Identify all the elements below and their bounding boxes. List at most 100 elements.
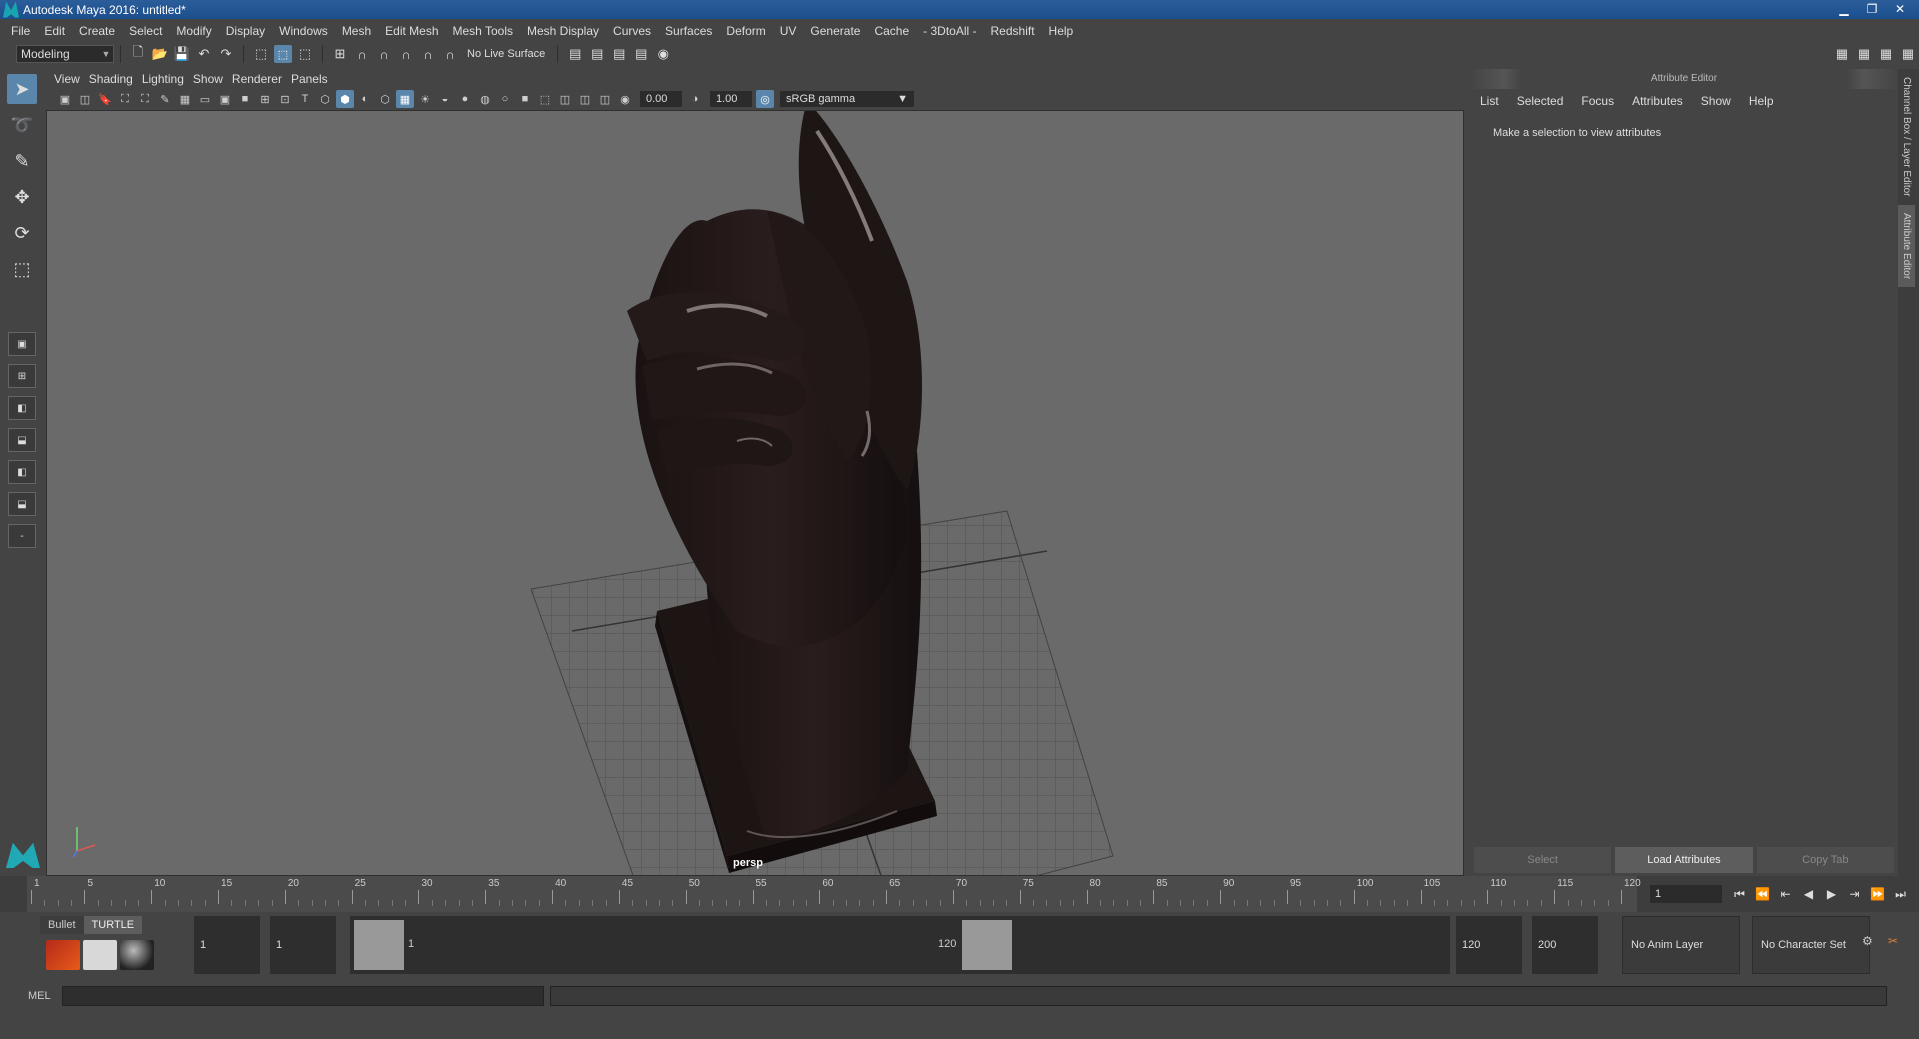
rotate-tool-icon[interactable]: ⟳ — [7, 218, 37, 248]
select-tool-icon[interactable]: ➤ — [7, 74, 37, 104]
playback-range-bar[interactable]: 1 120 — [350, 916, 1450, 974]
resolution-gate-icon[interactable]: ▣ — [216, 90, 234, 108]
menu-redshift[interactable]: Redshift — [984, 24, 1042, 38]
menu-edit-mesh[interactable]: Edit Mesh — [378, 24, 445, 38]
snap-point-icon[interactable]: ∩ — [375, 45, 393, 63]
single-view-layout-icon[interactable]: ▣ — [8, 332, 36, 356]
isolate-select-icon[interactable]: ⬚ — [536, 90, 554, 108]
scale-tool-icon[interactable]: ⬚ — [7, 254, 37, 284]
channel-box-toggle-icon[interactable]: ▦ — [1855, 45, 1873, 63]
select-hierarchy-icon[interactable]: ⬚ — [252, 45, 270, 63]
menu-cache[interactable]: Cache — [867, 24, 916, 38]
panel-menu-renderer[interactable]: Renderer — [232, 72, 291, 86]
auto-key-icon[interactable]: ⚙ — [1862, 934, 1873, 948]
exposure-icon[interactable]: ◉ — [616, 90, 634, 108]
two-d-pan-zoom-icon[interactable]: ⛶ — [136, 90, 154, 108]
tab-attribute-editor[interactable]: Attribute Editor — [1898, 204, 1915, 287]
panel-menu-lighting[interactable]: Lighting — [142, 72, 193, 86]
modeling-toolkit-icon[interactable]: ▦ — [1833, 45, 1851, 63]
minimize-button[interactable]: ▁ — [1831, 0, 1857, 17]
bookmark-icon[interactable]: 🔖 — [96, 90, 114, 108]
gate-mask-icon[interactable]: ■ — [236, 90, 254, 108]
menu-mesh-tools[interactable]: Mesh Tools — [446, 24, 520, 38]
outliner-toggle-icon[interactable]: ▦ — [1877, 45, 1895, 63]
collapse-toolbox-icon[interactable]: - — [8, 524, 36, 548]
persp-graph-hypershade-layout-icon[interactable]: ⬓ — [8, 492, 36, 516]
use-all-lights-icon[interactable]: ☀ — [416, 90, 434, 108]
persp-outliner-layout-icon[interactable]: ◧ — [8, 396, 36, 420]
tab-channel-box[interactable]: Channel Box / Layer Editor — [1898, 69, 1915, 205]
wireframe-icon[interactable]: ⬡ — [316, 90, 334, 108]
menu-mesh[interactable]: Mesh — [335, 24, 378, 38]
ipr-render-icon[interactable]: ▤ — [632, 45, 650, 63]
range-start-handle[interactable] — [354, 920, 404, 970]
character-set-select[interactable]: No Character Set — [1752, 916, 1870, 974]
menu-help[interactable]: Help — [1042, 24, 1081, 38]
render-view-icon[interactable]: ▤ — [588, 45, 606, 63]
shadows-icon[interactable]: ◒ — [436, 90, 454, 108]
go-to-end-icon[interactable]: ⏭ — [1891, 885, 1910, 903]
menu-surfaces[interactable]: Surfaces — [658, 24, 719, 38]
render-settings-icon[interactable]: ▤ — [566, 45, 584, 63]
hypershade-icon[interactable]: ◉ — [654, 45, 672, 63]
playback-end-field[interactable]: 120 — [1456, 916, 1522, 974]
close-button[interactable]: ✕ — [1887, 0, 1913, 17]
step-forward-icon[interactable]: ⏩ — [1868, 885, 1887, 903]
menu-3dtoall[interactable]: - 3DtoAll - — [916, 24, 983, 38]
lasso-tool-icon[interactable]: ➰ — [7, 110, 37, 140]
textured-icon[interactable]: ▦ — [396, 90, 414, 108]
multisample-aa-icon[interactable]: ○ — [496, 90, 514, 108]
outliner-graph-layout-icon[interactable]: ◧ — [8, 460, 36, 484]
go-to-start-icon[interactable]: ⏮ — [1730, 885, 1749, 903]
gamma-icon[interactable]: ◑ — [686, 90, 704, 108]
save-scene-icon[interactable]: 💾 — [173, 45, 191, 63]
move-tool-icon[interactable]: ✥ — [7, 182, 37, 212]
grid-toggle-icon[interactable]: ▦ — [176, 90, 194, 108]
xray-components-icon[interactable]: ◫ — [596, 90, 614, 108]
range-end-handle[interactable] — [962, 920, 1012, 970]
ae-select-button[interactable]: Select — [1474, 847, 1612, 873]
ae-menu-help[interactable]: Help — [1749, 94, 1792, 108]
animation-end-field[interactable]: 200 — [1532, 916, 1598, 974]
depth-of-field-icon[interactable]: ■ — [516, 90, 534, 108]
play-backward-icon[interactable]: ◀ — [1799, 885, 1818, 903]
ae-menu-selected[interactable]: Selected — [1517, 94, 1582, 108]
time-slider[interactable]: 1 5 10 15 20 25 30 35 40 45 50 55 60 65 70 75 80 85 90 95 10… — [0, 876, 1919, 912]
play-forward-icon[interactable]: ▶ — [1822, 885, 1841, 903]
redo-icon[interactable]: ↷ — [217, 45, 235, 63]
attribute-editor-toggle-icon[interactable]: ▦ — [1899, 45, 1917, 63]
four-view-layout-icon[interactable]: ⊞ — [8, 364, 36, 388]
snap-curve-icon[interactable]: ∩ — [353, 45, 371, 63]
perspective-viewport[interactable]: persp — [46, 110, 1464, 876]
default-material-icon[interactable]: ◐ — [356, 90, 374, 108]
open-scene-icon[interactable]: 📂 — [151, 45, 169, 63]
snap-live-icon[interactable]: ∩ — [419, 45, 437, 63]
field-chart-icon[interactable]: ⊞ — [256, 90, 274, 108]
menu-curves[interactable]: Curves — [606, 24, 658, 38]
select-object-icon[interactable]: ⬚ — [274, 45, 292, 63]
render-shelf-icon[interactable] — [83, 940, 117, 970]
restore-button[interactable]: ❐ — [1859, 0, 1885, 17]
animation-prefs-icon[interactable]: ✂ — [1888, 934, 1898, 948]
render-current-icon[interactable]: ▤ — [610, 45, 628, 63]
ae-menu-attributes[interactable]: Attributes — [1632, 94, 1701, 108]
command-language-label[interactable]: MEL — [0, 990, 62, 1002]
select-component-icon[interactable]: ⬚ — [296, 45, 314, 63]
panel-menu-show[interactable]: Show — [193, 72, 232, 86]
menu-deform[interactable]: Deform — [719, 24, 772, 38]
playback-start-field[interactable]: 1 — [270, 916, 336, 974]
menu-uv[interactable]: UV — [773, 24, 804, 38]
sphere-shelf-icon[interactable] — [120, 940, 154, 970]
snap-view-plane-icon[interactable]: ∩ — [397, 45, 415, 63]
shelf-tab-bullet[interactable]: Bullet — [40, 916, 84, 934]
xray-joints-icon[interactable]: ◫ — [576, 90, 594, 108]
ae-menu-list[interactable]: List — [1480, 94, 1517, 108]
copy-tab-button[interactable]: Copy Tab — [1756, 847, 1894, 873]
step-back-icon[interactable]: ⏪ — [1753, 885, 1772, 903]
menu-modify[interactable]: Modify — [169, 24, 218, 38]
prev-key-icon[interactable]: ⇤ — [1776, 885, 1795, 903]
snap-surface-icon[interactable]: ∩ — [441, 45, 459, 63]
menu-create[interactable]: Create — [72, 24, 122, 38]
menu-edit[interactable]: Edit — [37, 24, 72, 38]
animation-start-field[interactable]: 1 — [194, 916, 260, 974]
